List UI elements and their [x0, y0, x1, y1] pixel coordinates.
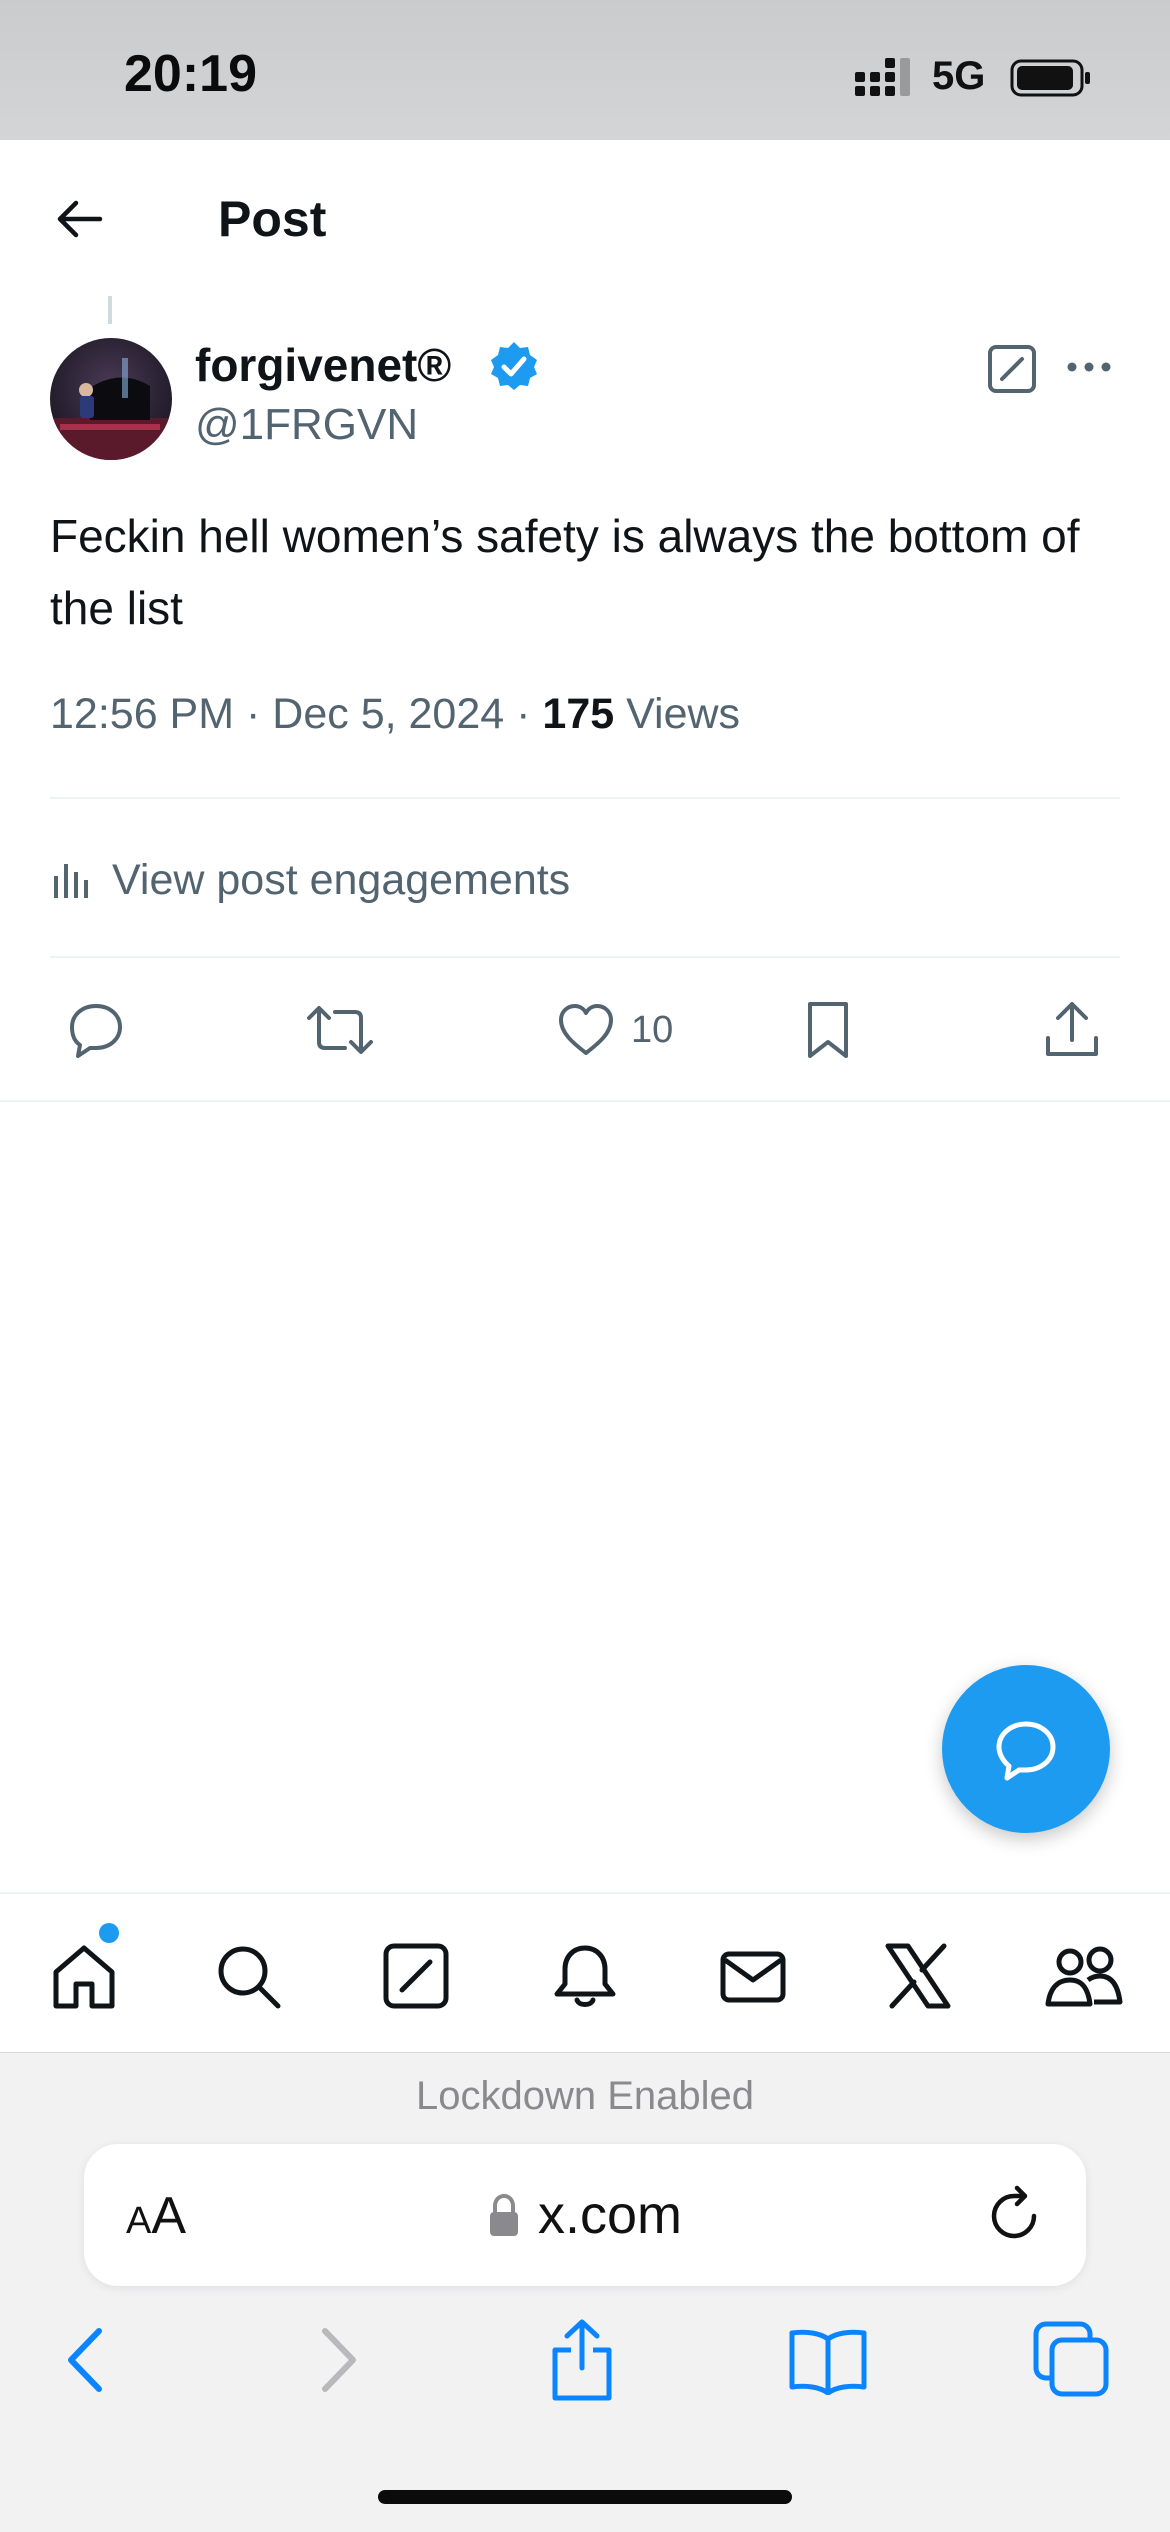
tab-notifications[interactable]	[543, 1934, 627, 2018]
mail-icon	[720, 1951, 786, 2003]
bookmarks-button[interactable]	[786, 2318, 870, 2402]
meta-separator: ·	[246, 690, 273, 738]
views-count: 175	[542, 690, 615, 738]
like-button[interactable]: 10	[555, 990, 673, 1070]
tabs-button[interactable]	[1030, 2318, 1114, 2402]
tab-messages[interactable]	[711, 1934, 795, 2018]
chevron-left-icon	[68, 2328, 102, 2392]
lockdown-status: Lockdown Enabled	[415, 2074, 755, 2118]
tab-home[interactable]	[42, 1934, 126, 2018]
communities-icon	[1045, 1946, 1123, 2007]
repost-button[interactable]	[305, 990, 375, 1070]
display-name[interactable]: forgivenet®	[195, 338, 451, 392]
grok-icon	[383, 1943, 449, 2009]
tab-communities[interactable]	[1042, 1934, 1126, 2018]
browser-share-button[interactable]	[540, 2318, 624, 2402]
book-icon	[789, 2329, 867, 2395]
more-horizontal-icon	[1067, 362, 1111, 372]
post-text: Feckin hell women’s safety is always the…	[50, 510, 1080, 634]
url-display: x.com	[84, 2144, 1086, 2286]
analytics-icon	[54, 864, 88, 898]
share-button[interactable]	[1042, 990, 1102, 1070]
page-title: Post	[218, 191, 327, 247]
compose-reply-fab[interactable]	[942, 1665, 1110, 1833]
verified-badge-icon	[491, 342, 537, 390]
post-date[interactable]: Dec 5, 2024	[272, 690, 504, 738]
tab-x-premium[interactable]	[876, 1934, 960, 2018]
engagements-label: View post engagements	[112, 855, 571, 904]
post-meta: 12:56 PM · Dec 5, 2024 · 175 Views	[50, 690, 740, 739]
lock-icon	[489, 2193, 518, 2236]
reload-icon	[991, 2185, 1037, 2239]
avatar-image	[50, 338, 172, 460]
repost-icon	[307, 1006, 373, 1054]
browser-back-button[interactable]	[44, 2318, 128, 2402]
reply-button[interactable]	[64, 990, 128, 1070]
bell-icon	[554, 1945, 616, 2007]
thread-line	[108, 296, 112, 324]
chevron-right-icon	[322, 2328, 356, 2392]
x-logo-icon	[885, 1943, 951, 2009]
avatar[interactable]	[50, 338, 172, 460]
user-handle[interactable]: @1FRGVN	[195, 400, 418, 450]
more-options-button[interactable]	[1062, 342, 1116, 396]
safari-toolbar	[0, 2052, 1170, 2532]
bookmark-icon	[808, 1002, 848, 1058]
browser-forward-button[interactable]	[296, 2318, 380, 2402]
back-button[interactable]	[50, 190, 108, 248]
divider	[50, 956, 1120, 958]
tabs-icon	[1033, 2321, 1109, 2397]
status-time: 20:19	[124, 45, 257, 103]
reload-button[interactable]	[984, 2184, 1046, 2246]
grok-icon	[988, 345, 1036, 393]
reply-plus-icon	[996, 1721, 1056, 1781]
reply-icon	[70, 1004, 122, 1058]
status-bar: 20:19 5G	[0, 0, 1170, 140]
divider	[0, 1100, 1170, 1102]
post-header: Post	[0, 140, 1170, 295]
heart-icon	[559, 1004, 613, 1055]
address-bar[interactable]: AA x.com	[84, 2144, 1086, 2286]
bookmark-button[interactable]	[798, 990, 858, 1070]
like-count: 10	[631, 1008, 674, 1051]
post-time[interactable]: 12:56 PM	[50, 690, 234, 738]
grok-button[interactable]	[985, 342, 1039, 396]
views-label: Views	[626, 690, 741, 738]
network-type: 5G	[932, 54, 986, 98]
tab-search[interactable]	[206, 1934, 290, 2018]
bottom-tab-bar	[0, 1892, 1170, 2052]
share-icon	[552, 2319, 612, 2401]
home-unread-dot	[99, 1923, 119, 1943]
share-icon	[1046, 1002, 1098, 1056]
search-icon	[218, 1946, 281, 2009]
home-indicator	[378, 2490, 792, 2504]
cellular-signal-icon	[855, 58, 910, 96]
divider	[50, 797, 1120, 799]
arrow-left-icon	[57, 200, 103, 238]
home-icon	[53, 1945, 115, 2009]
battery-icon	[1010, 59, 1090, 97]
tab-grok[interactable]	[374, 1934, 458, 2018]
url-text: x.com	[537, 2185, 683, 2245]
meta-separator: ·	[516, 690, 543, 738]
view-engagements-link[interactable]: View post engagements	[50, 850, 570, 910]
post-action-bar: 10	[0, 990, 1170, 1070]
